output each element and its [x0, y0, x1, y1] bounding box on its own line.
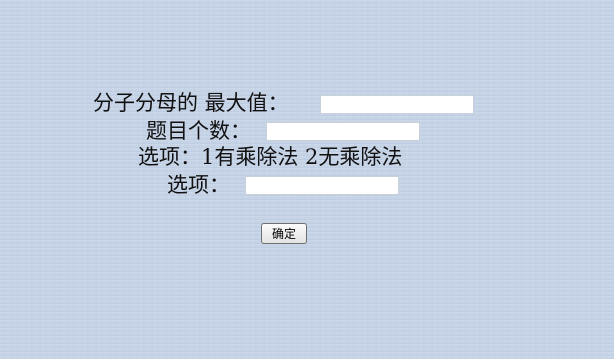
confirm-button[interactable]: 确定: [261, 223, 307, 244]
max-value-row: 分子分母的 最大值：: [93, 90, 289, 116]
options-hint-row: 选项：1有乘除法 2无乘除法: [138, 144, 402, 170]
max-value-input[interactable]: [320, 95, 474, 114]
question-count-row: 题目个数：: [146, 118, 251, 144]
question-count-label: 题目个数：: [146, 119, 251, 143]
max-value-label: 分子分母的 最大值：: [93, 91, 289, 115]
question-count-input[interactable]: [266, 122, 420, 141]
option-label: 选项：: [167, 173, 230, 197]
options-hint: 选项：1有乘除法 2无乘除法: [138, 145, 403, 169]
option-row: 选项：: [167, 172, 230, 198]
option-input[interactable]: [245, 176, 399, 195]
